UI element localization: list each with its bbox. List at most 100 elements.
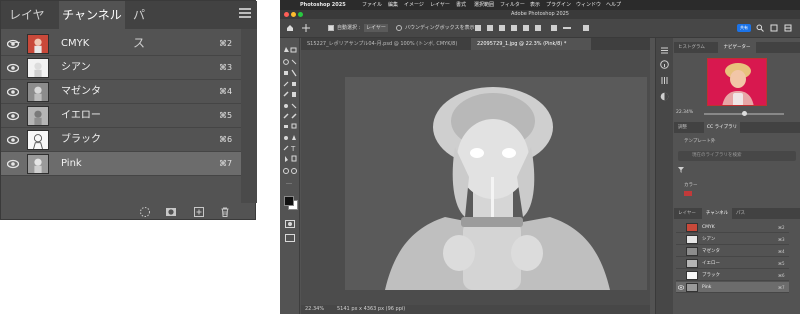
navigator-thumbnail[interactable] [707,58,767,106]
menu-app[interactable]: Photoshop 2025 [300,0,346,10]
document-tab[interactable]: S15227_レポリアサンプル04-月.psd @ 100% (トンボ, CMY… [301,38,471,50]
move-tool-icon[interactable] [302,24,310,32]
libraries-icon[interactable] [660,46,669,55]
home-icon[interactable] [286,24,294,32]
mini-thumbnail [686,223,698,232]
navigator-preview [708,59,766,105]
eye-icon[interactable] [7,159,19,169]
tab-navigator[interactable]: ナビゲーター [718,42,756,53]
workspace-icon[interactable] [770,24,778,32]
mini-channel-row-selected[interactable]: Pink ⌘7 [676,282,789,293]
tab-layers[interactable]: レイヤー [9,1,55,50]
status-zoom[interactable]: 22.34% [305,305,324,314]
eye-icon[interactable] [678,285,684,290]
document-image[interactable] [345,77,647,290]
menu-file[interactable]: ファイル [362,0,382,10]
channel-row-magenta[interactable]: マゼンタ ⌘4 [1,80,241,104]
menu-help[interactable]: ヘルプ [606,0,621,10]
mini-thumbnail [686,247,698,256]
channel-shortcut: ⌘2 [219,39,233,48]
menu-type[interactable]: 書式 [456,0,466,10]
close-button[interactable] [284,12,289,17]
mini-channel-row[interactable]: CMYK ⌘2 [676,222,789,233]
channel-row-yellow[interactable]: イエロー ⌘5 [1,104,241,128]
eye-icon[interactable] [7,63,19,73]
channel-row-cmyk[interactable]: CMYK ⌘2 [1,32,241,56]
adjustments-icon[interactable] [660,76,669,85]
bounding-box-checkbox[interactable] [396,25,402,31]
tab-adjustments[interactable]: 調整 [678,122,702,133]
eye-icon[interactable] [7,87,19,97]
mini-channel-name: Pink [702,285,712,290]
panel-menu-icon[interactable] [239,8,251,20]
auto-select-dropdown[interactable]: レイヤー [364,24,388,32]
info-icon[interactable] [660,60,669,69]
tab-paths[interactable]: パス [133,1,155,50]
menu-edit[interactable]: 編集 [388,0,398,10]
new-channel-icon[interactable] [193,206,205,218]
load-selection-icon[interactable] [139,206,151,218]
share-button[interactable]: 共有 [737,24,751,32]
menu-view[interactable]: 表示 [530,0,540,10]
channel-row-cyan[interactable]: シアン ⌘3 [1,56,241,80]
library-name[interactable]: テンプレート外 [684,139,715,145]
mini-channel-row[interactable]: ブラック ⌘6 [676,270,789,281]
save-mask-icon[interactable] [165,206,177,218]
mini-channel-shortcut: ⌘5 [778,261,785,266]
menu-window[interactable]: ウィンドウ [576,0,601,10]
svg-text:T: T [290,145,296,153]
canvas-area[interactable] [301,50,650,305]
search-icon[interactable] [756,24,764,32]
foreground-color-swatch[interactable] [284,196,294,206]
zoom-button[interactable] [298,12,303,17]
minimize-button[interactable] [291,12,296,17]
channel-row-black[interactable]: ブラック ⌘6 [1,128,241,152]
mini-channel-shortcut: ⌘2 [778,225,785,230]
menu-select[interactable]: 選択範囲 [474,0,494,10]
tab-layers-mini[interactable]: レイヤー [678,208,700,219]
channels-mini-tab-bar: レイヤー チャンネル パス [674,208,800,219]
mini-thumbnail [686,283,698,292]
mini-channel-row[interactable]: シアン ⌘3 [676,234,789,245]
library-search-input[interactable]: 現在のライブラリを検索 [678,151,796,161]
tab-channels[interactable]: チャンネル [59,1,125,29]
tools-panel: T … [280,38,300,314]
menu-filter[interactable]: フィルター [500,0,525,10]
menu-plugins[interactable]: プラグイン [546,0,571,10]
quick-mask-icon[interactable] [285,220,295,228]
mini-channel-row[interactable]: イエロー ⌘5 [676,258,789,269]
panel-scrollbar[interactable] [241,29,257,203]
channel-shortcut: ⌘5 [219,111,233,120]
channel-shortcut: ⌘6 [219,135,233,144]
frame-icon[interactable] [784,24,792,32]
trash-icon[interactable] [219,206,231,218]
eye-icon[interactable] [7,39,19,49]
mini-channel-shortcut: ⌘4 [778,249,785,254]
menu-image[interactable]: イメージ [404,0,424,10]
tab-cc-libraries[interactable]: CC ライブラリ [704,122,740,133]
color-icon[interactable] [660,92,669,101]
eye-icon[interactable] [7,111,19,121]
align-icons[interactable] [475,24,595,32]
tab-paths-mini[interactable]: パス [736,208,750,219]
navigator-zoom[interactable]: 22.34% [676,110,693,116]
document-tab-active[interactable]: 22095729_1.jpg @ 22.3% (Pink/8) * [471,38,591,50]
color-swatch[interactable] [684,191,692,196]
channel-thumbnail [27,34,49,54]
menu-layer[interactable]: レイヤー [430,0,450,10]
channel-row-pink[interactable]: Pink ⌘7 [1,152,241,176]
navigator-slider-thumb[interactable] [742,111,747,116]
channel-shortcut: ⌘7 [219,159,233,168]
auto-select-checkbox[interactable] [328,25,334,31]
mini-channel-row[interactable]: マゼンタ ⌘4 [676,246,789,257]
mini-channel-shortcut: ⌘7 [778,285,785,290]
screen-mode-icon[interactable] [285,234,295,242]
channel-thumbnail [27,106,49,126]
filter-icon[interactable] [678,167,684,173]
tab-histogram[interactable]: ヒストグラム [678,42,718,53]
tab-channels-mini[interactable]: チャンネル [702,208,732,219]
macos-menu-bar: Photoshop 2025 ファイル 編集 イメージ レイヤー 書式 選択範囲… [280,0,800,10]
navigator-zoom-slider[interactable] [704,111,784,116]
eye-icon[interactable] [7,135,19,145]
mini-channel-name: CMYK [702,225,715,230]
